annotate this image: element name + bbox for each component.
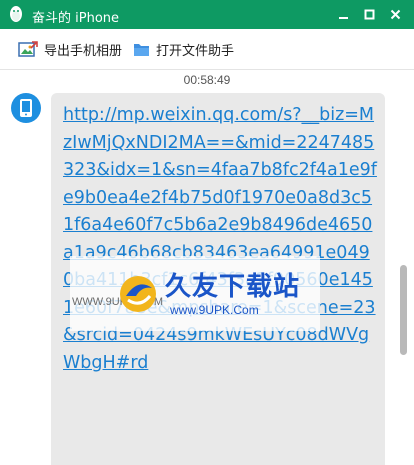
folder-icon xyxy=(134,44,149,56)
open-file-helper-label: 打开文件助手 xyxy=(156,44,235,59)
scrollbar-thumb[interactable] xyxy=(400,265,407,355)
close-icon xyxy=(390,9,400,20)
maximize-icon xyxy=(364,9,374,20)
sender-avatar[interactable] xyxy=(11,93,41,123)
open-file-helper-button[interactable]: 打开文件助手 xyxy=(133,29,234,70)
title-bar: 奋斗的 iPhone xyxy=(0,0,414,29)
phone-avatar-icon xyxy=(20,99,32,117)
qq-penguin-icon xyxy=(10,6,22,22)
window-title: 奋斗的 iPhone xyxy=(32,11,120,26)
message-link[interactable]: http://mp.weixin.qq.com/s?__biz=MzIwMjQx… xyxy=(63,102,379,377)
image-export-icon xyxy=(18,40,38,57)
maximize-button[interactable] xyxy=(356,0,382,29)
export-album-label: 导出手机相册 xyxy=(44,44,123,59)
minimize-button[interactable] xyxy=(330,0,356,29)
chat-area[interactable]: 00:58:49 http://mp.weixin.qq.com/s?__biz… xyxy=(0,71,414,465)
minimize-icon xyxy=(338,17,348,19)
message-bubble: http://mp.weixin.qq.com/s?__biz=MzIwMjQx… xyxy=(51,93,385,465)
message-timestamp: 00:58:49 xyxy=(183,73,231,87)
close-button[interactable] xyxy=(382,0,408,29)
toolbar: 导出手机相册 打开文件助手 xyxy=(0,29,414,70)
export-album-button[interactable]: 导出手机相册 xyxy=(18,29,122,70)
